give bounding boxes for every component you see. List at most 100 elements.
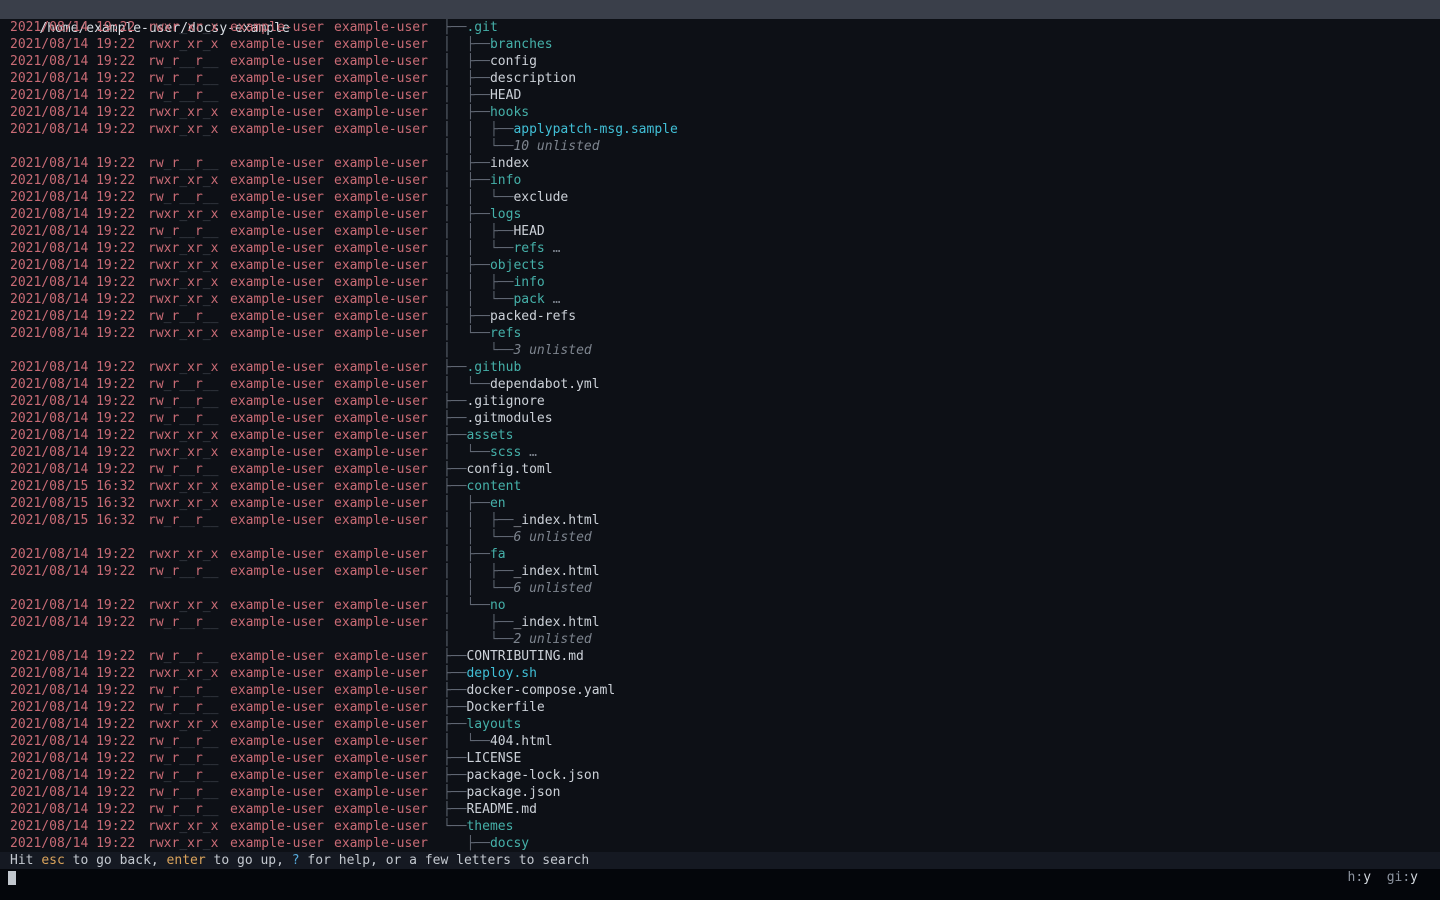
tree-row[interactable]: 2021/08/14 19:22 rw_r__r__ example-user … (0, 750, 1440, 767)
tree-row[interactable]: 2021/08/14 19:22 rw_r__r__ example-user … (0, 410, 1440, 427)
entry-name[interactable]: docker-compose.yaml (466, 683, 615, 698)
tree-row[interactable]: 2021/08/14 19:22 rw_r__r__ example-user … (0, 767, 1440, 784)
entry-name[interactable]: LICENSE (466, 751, 521, 766)
tree-row[interactable]: 2021/08/14 19:22 rw_r__r__ example-user … (0, 784, 1440, 801)
entry-name[interactable]: no (490, 598, 506, 613)
entry-name[interactable]: 2 unlisted (513, 632, 591, 647)
tree-row[interactable]: 2021/08/14 19:22 rw_r__r__ example-user … (0, 801, 1440, 818)
tree-row[interactable]: │ └──3 unlisted (0, 342, 1440, 359)
entry-name[interactable]: dependabot.yml (490, 377, 600, 392)
tree-row[interactable]: 2021/08/14 19:22 rwxr_xr_x example-user … (0, 274, 1440, 291)
tree-row[interactable]: 2021/08/14 19:22 rwxr_xr_x example-user … (0, 444, 1440, 461)
entry-name[interactable]: index (490, 156, 529, 171)
entry-name[interactable]: config (490, 54, 537, 69)
entry-name[interactable]: branches (490, 37, 553, 52)
tree-row[interactable]: 2021/08/14 19:22 rwxr_xr_x example-user … (0, 427, 1440, 444)
tree-row[interactable]: 2021/08/14 19:22 rw_r__r__ example-user … (0, 699, 1440, 716)
entry-name[interactable]: themes (466, 819, 513, 834)
entry-name[interactable]: logs (490, 207, 521, 222)
tree-row[interactable]: 2021/08/14 19:22 rw_r__r__ example-user … (0, 87, 1440, 104)
entry-name[interactable]: applypatch-msg.sample (513, 122, 677, 137)
entry-name[interactable]: .gitignore (466, 394, 544, 409)
tree-row[interactable]: 2021/08/14 19:22 rw_r__r__ example-user … (0, 733, 1440, 750)
tree-row[interactable]: 2021/08/14 19:22 rw_r__r__ example-user … (0, 189, 1440, 206)
tree-row[interactable]: 2021/08/14 19:22 rwxr_xr_x example-user … (0, 359, 1440, 376)
tree-row[interactable]: 2021/08/14 19:22 rw_r__r__ example-user … (0, 53, 1440, 70)
tree-row[interactable]: 2021/08/14 19:22 rwxr_xr_x example-user … (0, 546, 1440, 563)
entry-name[interactable]: 6 unlisted (513, 581, 591, 596)
entry-name[interactable]: layouts (466, 717, 521, 732)
status-bar: Hit esc to go back, enter to go up, ? fo… (0, 852, 1440, 869)
entry-name[interactable]: objects (490, 258, 545, 273)
tree-row[interactable]: 2021/08/15 16:32 rwxr_xr_x example-user … (0, 478, 1440, 495)
entry-name[interactable]: .gitmodules (466, 411, 552, 426)
tree-row[interactable]: 2021/08/14 19:22 rwxr_xr_x example-user … (0, 206, 1440, 223)
tree-row[interactable]: 2021/08/15 16:32 rwxr_xr_x example-user … (0, 495, 1440, 512)
entry-name[interactable]: .github (466, 360, 521, 375)
entry-name[interactable]: 10 unlisted (513, 139, 599, 154)
entry-name[interactable]: .git (466, 20, 497, 35)
tree-row[interactable]: │ │ └──10 unlisted (0, 138, 1440, 155)
entry-name[interactable]: 3 unlisted (513, 343, 591, 358)
entry-name[interactable]: packed-refs (490, 309, 576, 324)
entry-name[interactable]: _index.html (513, 513, 599, 528)
entry-name[interactable]: Dockerfile (466, 700, 544, 715)
entry-name[interactable]: description (490, 71, 576, 86)
tree-row[interactable]: 2021/08/14 19:22 rw_r__r__ example-user … (0, 223, 1440, 240)
tree-row[interactable]: 2021/08/14 19:22 rw_r__r__ example-user … (0, 563, 1440, 580)
tree-row[interactable]: 2021/08/15 16:32 rw_r__r__ example-user … (0, 512, 1440, 529)
tree-row[interactable]: 2021/08/14 19:22 rwxr_xr_x example-user … (0, 716, 1440, 733)
entry-name[interactable]: pack (513, 292, 544, 307)
search-input-bar[interactable]: h:y gi:y (0, 869, 1440, 900)
tree-row[interactable]: 2021/08/14 19:22 rw_r__r__ example-user … (0, 393, 1440, 410)
tree-row[interactable]: 2021/08/14 19:22 rwxr_xr_x example-user … (0, 257, 1440, 274)
entry-name[interactable]: HEAD (513, 224, 544, 239)
entry-name[interactable]: docsy (490, 836, 529, 851)
entry-name[interactable]: refs (490, 326, 521, 341)
entry-name[interactable]: exclude (513, 190, 568, 205)
tree-row[interactable]: 2021/08/14 19:22 rwxr_xr_x example-user … (0, 818, 1440, 835)
entry-name[interactable]: info (490, 173, 521, 188)
tree-row[interactable]: 2021/08/14 19:22 rwxr_xr_x example-user … (0, 121, 1440, 138)
tree-row[interactable]: 2021/08/14 19:22 rwxr_xr_x example-user … (0, 19, 1440, 36)
tree-row[interactable]: 2021/08/14 19:22 rwxr_xr_x example-user … (0, 104, 1440, 121)
entry-name[interactable]: deploy.sh (466, 666, 536, 681)
tree-row[interactable]: 2021/08/14 19:22 rwxr_xr_x example-user … (0, 36, 1440, 53)
entry-name[interactable]: CONTRIBUTING.md (466, 649, 583, 664)
tree-row[interactable]: │ │ └──6 unlisted (0, 580, 1440, 597)
entry-name[interactable]: assets (466, 428, 513, 443)
entry-name[interactable]: _index.html (513, 564, 599, 579)
tree-row[interactable]: 2021/08/14 19:22 rwxr_xr_x example-user … (0, 325, 1440, 342)
entry-name[interactable]: en (490, 496, 506, 511)
entry-name[interactable]: _index.html (513, 615, 599, 630)
tree-row[interactable]: 2021/08/14 19:22 rw_r__r__ example-user … (0, 682, 1440, 699)
tree-row[interactable]: 2021/08/14 19:22 rwxr_xr_x example-user … (0, 240, 1440, 257)
tree-row[interactable]: 2021/08/14 19:22 rw_r__r__ example-user … (0, 70, 1440, 87)
entry-name[interactable]: package-lock.json (466, 768, 599, 783)
entry-name[interactable]: scss (490, 445, 521, 460)
tree-row[interactable]: 2021/08/14 19:22 rw_r__r__ example-user … (0, 155, 1440, 172)
tree-row[interactable]: 2021/08/14 19:22 rwxr_xr_x example-user … (0, 597, 1440, 614)
entry-name[interactable]: config.toml (466, 462, 552, 477)
entry-name[interactable]: HEAD (490, 88, 521, 103)
tree-row[interactable]: │ │ └──6 unlisted (0, 529, 1440, 546)
tree-row[interactable]: 2021/08/14 19:22 rwxr_xr_x example-user … (0, 835, 1440, 852)
entry-name[interactable]: refs (513, 241, 544, 256)
tree-row[interactable]: 2021/08/14 19:22 rwxr_xr_x example-user … (0, 291, 1440, 308)
entry-name[interactable]: info (513, 275, 544, 290)
entry-name[interactable]: 6 unlisted (513, 530, 591, 545)
entry-name[interactable]: content (466, 479, 521, 494)
tree-row[interactable]: │ └──2 unlisted (0, 631, 1440, 648)
entry-name[interactable]: fa (490, 547, 506, 562)
entry-name[interactable]: 404.html (490, 734, 553, 749)
entry-name[interactable]: hooks (490, 105, 529, 120)
tree-row[interactable]: 2021/08/14 19:22 rwxr_xr_x example-user … (0, 172, 1440, 189)
tree-row[interactable]: 2021/08/14 19:22 rw_r__r__ example-user … (0, 648, 1440, 665)
entry-name[interactable]: package.json (466, 785, 560, 800)
entry-name[interactable]: README.md (466, 802, 536, 817)
tree-row[interactable]: 2021/08/14 19:22 rw_r__r__ example-user … (0, 308, 1440, 325)
tree-row[interactable]: 2021/08/14 19:22 rw_r__r__ example-user … (0, 614, 1440, 631)
tree-row[interactable]: 2021/08/14 19:22 rw_r__r__ example-user … (0, 376, 1440, 393)
tree-row[interactable]: 2021/08/14 19:22 rwxr_xr_x example-user … (0, 665, 1440, 682)
tree-row[interactable]: 2021/08/14 19:22 rw_r__r__ example-user … (0, 461, 1440, 478)
